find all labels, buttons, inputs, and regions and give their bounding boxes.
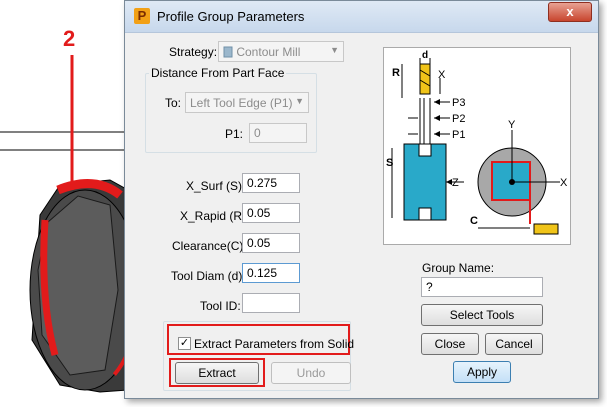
apply-button[interactable]: Apply — [453, 361, 511, 383]
extract-parameters-label: Extract Parameters from Solid — [194, 337, 355, 351]
undo-button: Undo — [271, 362, 351, 384]
dialog-title: Profile Group Parameters — [157, 9, 305, 24]
tool-diam-label: Tool Diam (d): — [171, 269, 246, 283]
x-rapid-label: X_Rapid (R): — [180, 209, 250, 223]
diagram-svg: d R X P3 P2 P1 S Z Y X C — [386, 50, 568, 235]
tool-id-field[interactable] — [242, 293, 300, 313]
diagram-label-x-right: X — [560, 177, 568, 189]
to-value: Left Tool Edge (P1) — [190, 96, 293, 110]
diagram-label-d: d — [422, 50, 428, 61]
x-rapid-field[interactable]: 0.05 — [242, 203, 300, 223]
diagram-label-p2: P2 — [452, 113, 465, 125]
diagram-label-x-top: X — [438, 69, 446, 81]
select-tools-button[interactable]: Select Tools — [421, 304, 543, 326]
strategy-label: Strategy: — [169, 45, 218, 59]
close-icon: x — [566, 4, 574, 19]
profile-group-parameters-dialog: P Profile Group Parameters x Strategy: C… — [124, 0, 599, 399]
diagram-label-p1: P1 — [452, 129, 465, 141]
cad-part-view — [0, 55, 130, 393]
clearance-field[interactable]: 0.05 — [242, 233, 300, 253]
diagram-label-p3: P3 — [452, 97, 465, 109]
tool-id-label: Tool ID: — [200, 299, 241, 313]
title-bar[interactable]: P Profile Group Parameters x — [125, 1, 598, 33]
contour-mill-icon — [223, 46, 233, 58]
strategy-select: Contour Mill ▼ — [218, 41, 344, 62]
cancel-button[interactable]: Cancel — [485, 333, 543, 355]
group-name-label: Group Name: — [422, 261, 495, 275]
p1-label: P1: — [225, 127, 244, 141]
chevron-down-icon: ▼ — [295, 96, 304, 106]
app-icon: P — [134, 8, 150, 24]
x-surf-field[interactable]: 0.275 — [242, 173, 300, 193]
extract-parameters-checkbox[interactable]: ✓ — [178, 337, 191, 350]
tool-diam-field[interactable]: 0.125 — [242, 263, 300, 283]
callout-2: 2 — [63, 26, 76, 51]
clearance-label: Clearance(C): — [172, 239, 247, 253]
strategy-value: Contour Mill — [236, 45, 301, 59]
close-button[interactable]: Close — [421, 333, 479, 355]
close-window-button[interactable]: x — [548, 2, 592, 22]
diagram-label-s: S — [386, 157, 393, 169]
extract-button[interactable]: Extract — [175, 362, 259, 384]
diagram-label-y: Y — [508, 119, 516, 131]
diagram-label-r: R — [392, 67, 400, 79]
diagram-label-c: C — [470, 215, 478, 227]
diagram-label-z: Z — [452, 177, 459, 189]
profile-parameters-diagram: d R X P3 P2 P1 S Z Y X C — [383, 47, 571, 245]
distance-group-title: Distance From Part Face — [149, 66, 287, 80]
to-select: Left Tool Edge (P1) ▼ — [185, 92, 309, 113]
group-name-field[interactable]: ? — [421, 277, 543, 297]
chevron-down-icon: ▼ — [330, 45, 339, 55]
x-surf-label: X_Surf (S): — [186, 179, 246, 193]
to-label: To: — [165, 96, 182, 110]
p1-field: 0 — [249, 123, 307, 143]
